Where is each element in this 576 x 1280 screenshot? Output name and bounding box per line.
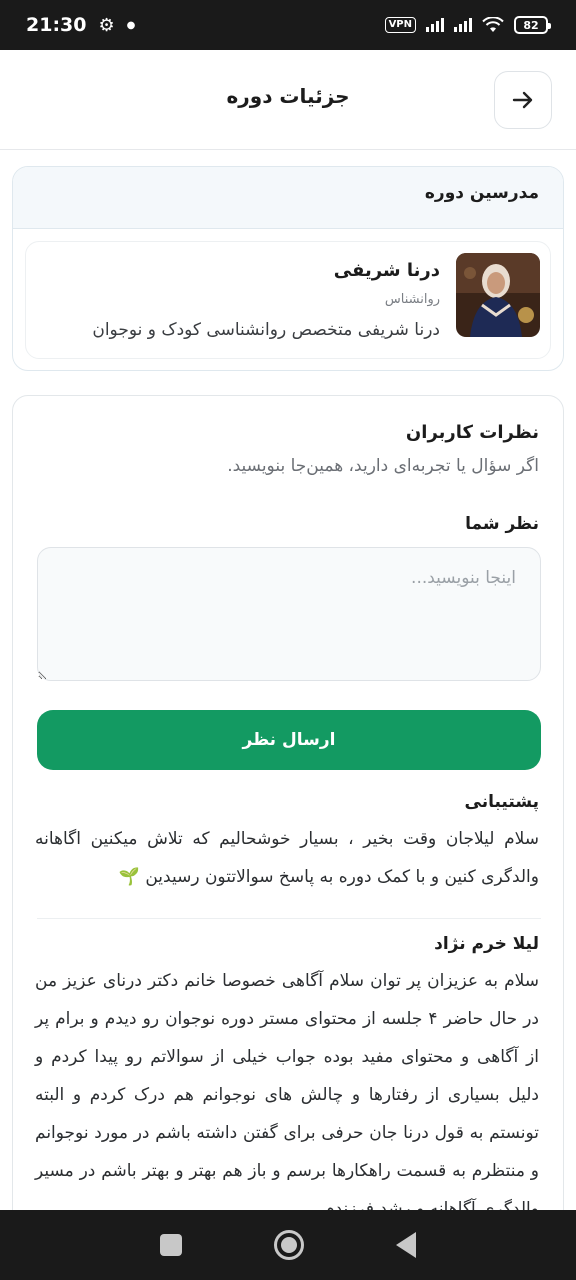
status-time: 21:30 xyxy=(26,14,87,36)
instructor-role: روانشناس xyxy=(384,292,440,307)
arrow-right-icon xyxy=(512,91,533,109)
page-title: جزئیات دوره xyxy=(226,84,350,108)
comment-input[interactable] xyxy=(37,547,541,681)
system-nav-bar xyxy=(0,1210,576,1280)
submit-comment-button[interactable]: ارسال نظر xyxy=(37,710,541,770)
instructors-heading: مدرسین دوره xyxy=(13,167,563,229)
back-button[interactable] xyxy=(494,71,552,129)
notification-dot-icon: ● xyxy=(126,19,136,31)
comment-divider xyxy=(37,918,541,919)
comments-title: نظرات کاربران xyxy=(405,422,539,443)
comment-text: سلام به عزیزان پر توان سلام آگاهی خصوصا … xyxy=(35,971,539,1219)
back-triangle-icon[interactable] xyxy=(396,1232,416,1258)
comment-input-label: نظر شما xyxy=(465,514,539,534)
comment-item: لیلا خرم نژاد سلام به عزیزان پر توان سلا… xyxy=(35,934,539,1228)
app-notification-icon: ⚙ xyxy=(98,14,115,36)
signal-icon-2 xyxy=(454,18,472,32)
signal-icon xyxy=(426,18,444,32)
comment-author: لیلا خرم نژاد xyxy=(434,934,539,954)
instructor-avatar xyxy=(456,253,540,337)
comments-card: نظرات کاربران اگر سؤال یا تجربه‌ای دارید… xyxy=(12,395,564,1280)
comment-item: پشتیبانی سلام لیلاجان وقت بخیر ، بسیار خ… xyxy=(35,792,539,896)
comment-author: پشتیبانی xyxy=(464,792,539,812)
comment-text: سلام لیلاجان وقت بخیر ، بسیار خوشحالیم ک… xyxy=(35,829,539,887)
instructors-card: مدرسین دوره درنا شریفی روانشناس درنا شری… xyxy=(12,166,564,371)
battery-icon: 82 xyxy=(514,16,551,34)
instructor-name: درنا شریفی xyxy=(333,260,440,281)
recents-icon[interactable] xyxy=(160,1234,182,1256)
status-bar: 21:30 ⚙ ● VPN 82 xyxy=(0,0,576,50)
home-icon[interactable] xyxy=(274,1230,304,1260)
instructor-item[interactable]: درنا شریفی روانشناس درنا شریفی متخصص روا… xyxy=(25,241,551,359)
instructor-description: درنا شریفی متخصص روانشناسی کودک و نوجوان xyxy=(92,320,440,340)
comments-subtitle: اگر سؤال یا تجربه‌ای دارید، همین‌جا بنوی… xyxy=(227,456,539,476)
wifi-icon xyxy=(482,17,504,32)
app-header: جزئیات دوره xyxy=(0,50,576,150)
vpn-badge: VPN xyxy=(384,17,416,33)
